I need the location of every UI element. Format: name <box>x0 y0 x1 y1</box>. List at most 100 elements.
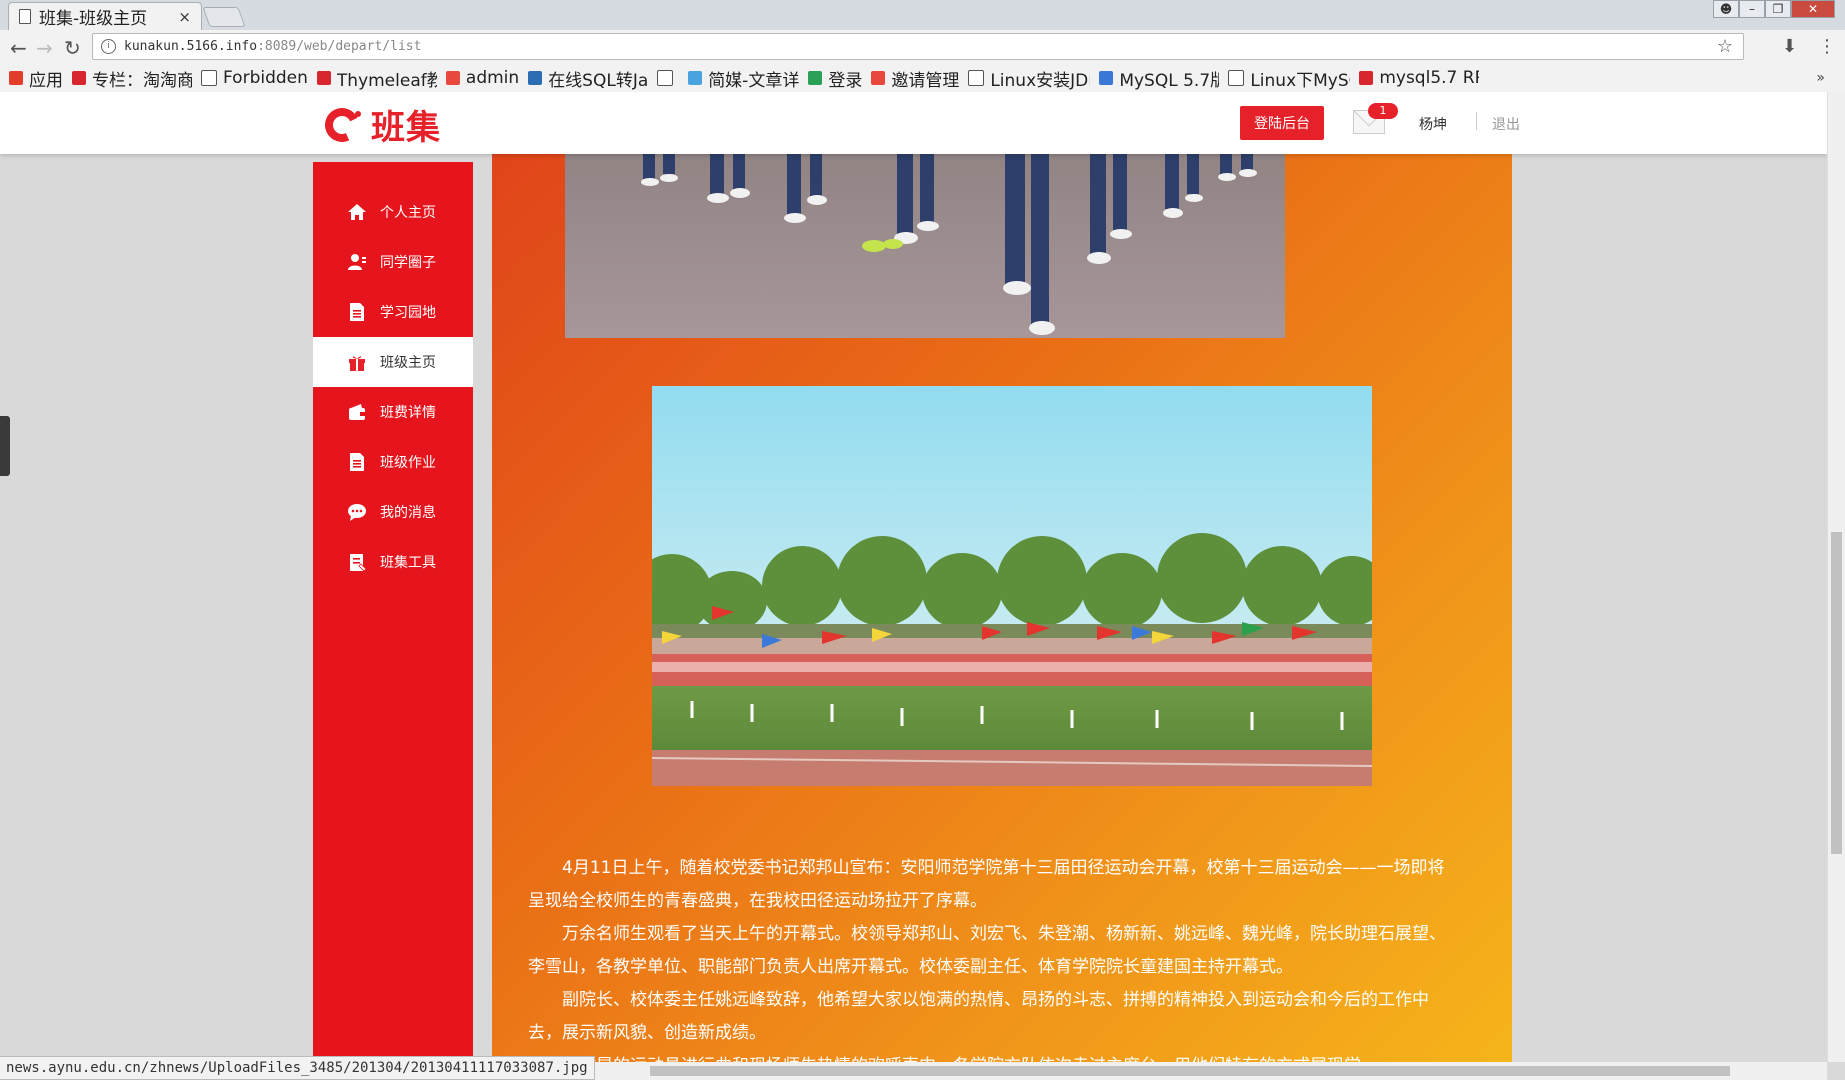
status-bar: news.aynu.edu.cn/zhnews/UploadFiles_3485… <box>0 1056 595 1080</box>
username-link[interactable]: 杨坤 <box>1419 114 1447 134</box>
bookmark-label: 应用 <box>29 70 63 91</box>
bookmark-item[interactable]: admin <box>445 68 520 88</box>
wallet-icon <box>346 401 368 423</box>
apps-grid-icon <box>9 71 23 85</box>
divider <box>1476 112 1477 130</box>
home-icon <box>346 201 368 223</box>
new-tab-button[interactable] <box>202 7 246 27</box>
menu-icon[interactable]: ⋮ <box>1818 36 1836 57</box>
gift-icon <box>346 351 368 373</box>
page-icon <box>657 70 674 86</box>
page-icon <box>19 9 31 24</box>
forward-arrow-icon[interactable]: → <box>36 36 53 60</box>
a-icon <box>968 70 985 86</box>
user-icon <box>346 251 368 273</box>
sidebar-item-label: 班级作业 <box>380 455 436 471</box>
bookmark-item[interactable]: 简媒-文章详 <box>688 66 799 91</box>
info-icon[interactable]: i <box>101 39 116 54</box>
bookmark-label: 简媒-文章详 <box>708 70 800 91</box>
sidebar-item-label: 班费详情 <box>380 405 436 421</box>
scrollbar-thumb[interactable] <box>650 1066 1730 1076</box>
logout-link[interactable]: 退出 <box>1492 114 1520 134</box>
sidebar-item[interactable]: 学习园地 <box>313 287 473 337</box>
logo-c-icon <box>320 102 364 147</box>
bookmark-star-icon[interactable]: ☆ <box>1717 36 1733 57</box>
chat-icon <box>346 501 368 523</box>
reload-icon[interactable]: ↻ <box>64 36 81 60</box>
minimize-button[interactable]: – <box>1739 0 1765 18</box>
close-window-button[interactable]: ✕ <box>1791 0 1835 18</box>
shield-icon <box>808 71 823 85</box>
bookmark-item[interactable]: 邀请管理 <box>871 66 959 91</box>
a-icon <box>1228 70 1245 86</box>
article-text: 4月11日上午，随着校党委书记郑邦山宣布：安阳师范学院第十三届田径运动会开幕，校… <box>528 852 1458 1062</box>
marching-photo <box>565 154 1285 338</box>
bookmark-label: mysql5.7 RPM <box>1379 68 1479 88</box>
bookmark-item[interactable] <box>657 70 679 86</box>
page-viewport: 班集 登陆后台 1 杨坤 退出 个人主页同学圈子学习园地 班级主页班费详情班级作业… <box>0 92 1827 1062</box>
site-logo[interactable]: 班集 <box>320 100 441 149</box>
sidebar-item[interactable]: 同学圈子 <box>313 237 473 287</box>
page-icon <box>201 70 217 86</box>
sidebar-item[interactable]: 我的消息 <box>313 487 473 537</box>
bookmark-item[interactable]: 在线SQL转Jav <box>528 66 648 91</box>
more-bookmarks-icon[interactable]: » <box>1816 70 1825 86</box>
browser-toolbar: ← → ↻ i kunakun.5166.info:8089/web/depar… <box>0 30 1845 64</box>
bookmark-item[interactable]: mysql5.7 RPM <box>1359 68 1479 88</box>
article-paragraph: 万余名师生观看了当天上午的开幕式。校领导郑邦山、刘宏飞、朱登潮、杨新新、姚远峰、… <box>528 924 1446 977</box>
tools-icon <box>346 551 368 573</box>
sidebar-item-label: 我的消息 <box>380 505 436 521</box>
browser-tab[interactable]: 班集-班级主页 × <box>8 2 202 30</box>
bookmark-item[interactable]: Thymeleaf教 <box>316 66 437 91</box>
mail-badge: 1 <box>1368 103 1398 119</box>
logo-text: 班集 <box>371 108 441 148</box>
jm-icon <box>688 71 703 85</box>
article-paragraph: 4月11日上午，随着校党委书记郑邦山宣布：安阳师范学院第十三届田径运动会开幕，校… <box>528 858 1445 911</box>
document-icon <box>346 301 368 323</box>
sidebar-item[interactable]: 个人主页 <box>313 187 473 237</box>
sidebar-item[interactable]: 班级作业 <box>313 437 473 487</box>
user-icon[interactable]: ☻ <box>1713 0 1739 18</box>
sidebar-item-label: 同学圈子 <box>380 255 436 271</box>
gm-icon <box>445 71 460 85</box>
code-icon <box>528 71 543 85</box>
tab-close-icon[interactable]: × <box>178 8 191 26</box>
bookmark-label: Thymeleaf教 <box>336 70 437 91</box>
csdn-icon <box>1359 71 1374 85</box>
address-bar[interactable]: i kunakun.5166.info:8089/web/depart/list… <box>92 33 1744 60</box>
download-icon[interactable]: ⬇ <box>1782 36 1797 57</box>
browser-tab-strip: 班集-班级主页 × ☻ – ❐ ✕ <box>0 0 1845 30</box>
article-paragraph: 副院长、校体委主任姚远峰致辞，他希望大家以饱满的热情、昂扬的斗志、拼搏的精神投入… <box>528 990 1429 1043</box>
vertical-scrollbar[interactable] <box>1827 92 1845 1062</box>
bookmark-item[interactable]: 专栏：淘淘商 <box>72 66 192 91</box>
opening-ceremony-photo <box>652 386 1372 786</box>
bookmark-label: Forbidden <box>223 68 308 88</box>
bookmark-item[interactable]: Linux下MySQL <box>1228 66 1350 91</box>
window-controls: ☻ – ❐ ✕ <box>1713 0 1835 18</box>
csdn-icon <box>72 71 86 85</box>
sidebar-item[interactable]: 班费详情 <box>313 387 473 437</box>
sidebar-item[interactable]: 班级主页 <box>313 337 473 387</box>
bookmark-item[interactable]: Forbidden <box>201 68 308 88</box>
article-content: 4月11日上午，随着校党委书记郑邦山宣布：安阳师范学院第十三届田径运动会开幕，校… <box>492 154 1512 1062</box>
restore-button[interactable]: ❐ <box>1765 0 1791 18</box>
admin-login-button[interactable]: 登陆后台 <box>1240 106 1324 140</box>
bookmark-item[interactable]: Linux安装JDK <box>968 66 1090 91</box>
url-text: kunakun.5166.info:8089/web/depart/list <box>124 39 422 54</box>
bookmark-item[interactable]: 登录 <box>808 66 862 91</box>
side-handle[interactable] <box>0 416 10 476</box>
back-arrow-icon[interactable]: ← <box>10 36 27 60</box>
bookmark-item[interactable]: 应用 <box>9 66 63 91</box>
document-icon <box>346 451 368 473</box>
bookmark-label: admin <box>465 68 520 88</box>
sidebar: 个人主页同学圈子学习园地 班级主页班费详情班级作业我的消息班集工具 <box>313 162 473 1062</box>
sidebar-item-label: 个人主页 <box>380 205 436 221</box>
sidebar-item-label: 班集工具 <box>380 555 436 571</box>
bookmark-item[interactable]: MySQL 5.7版 <box>1099 66 1219 91</box>
scrollbar-thumb[interactable] <box>1831 532 1842 854</box>
csdn-icon <box>316 71 331 85</box>
bookmark-label: 专栏：淘淘商 <box>92 70 192 91</box>
sidebar-item[interactable]: 班集工具 <box>313 537 473 587</box>
bookmark-label: 登录 <box>828 70 863 91</box>
gm-icon <box>871 71 886 85</box>
